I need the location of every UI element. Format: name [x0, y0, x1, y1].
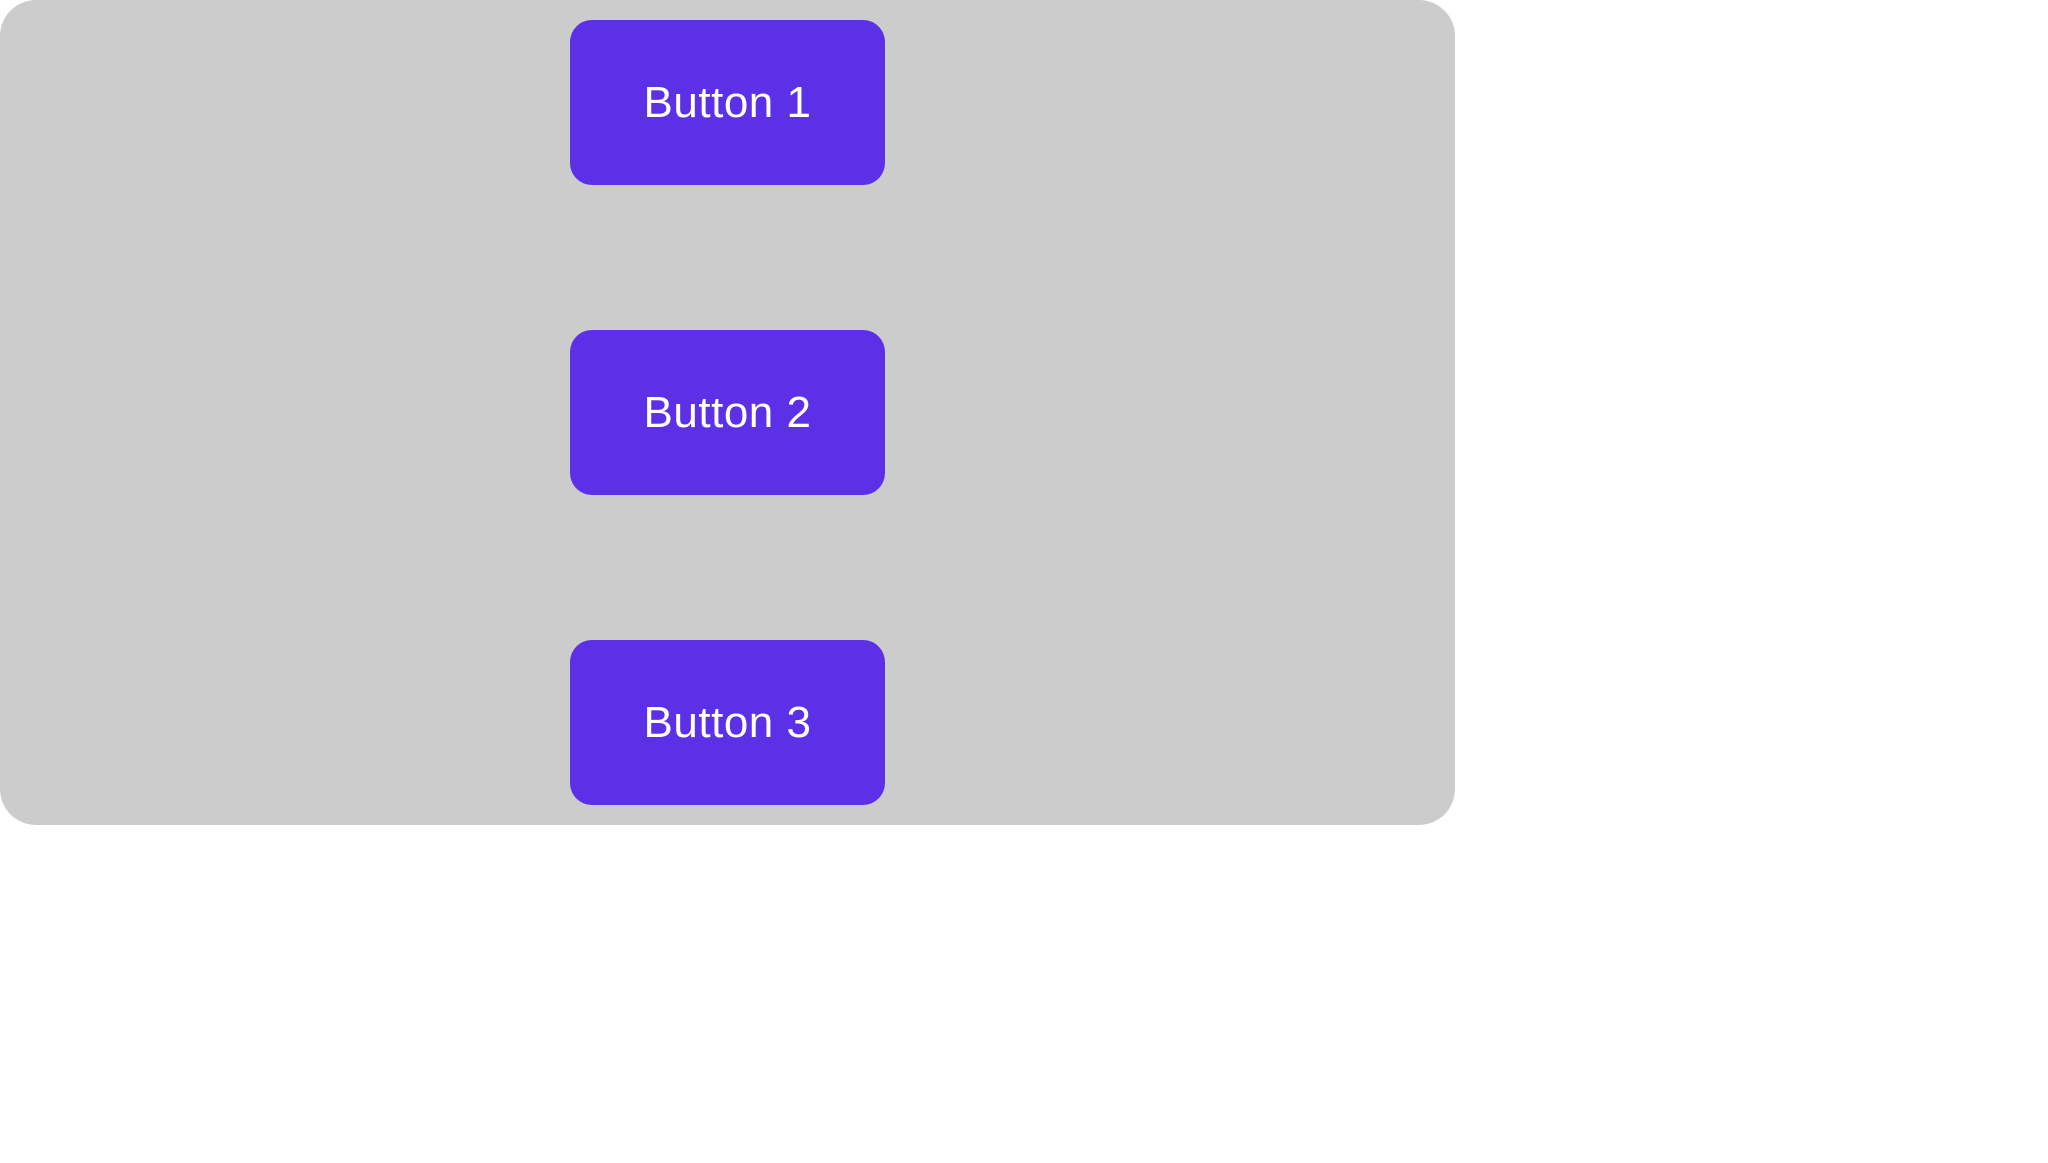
button-3[interactable]: Button 3 — [570, 640, 885, 805]
button-2[interactable]: Button 2 — [570, 330, 885, 495]
button-panel: Button 1 Button 2 Button 3 — [0, 0, 1455, 825]
button-1[interactable]: Button 1 — [570, 20, 885, 185]
